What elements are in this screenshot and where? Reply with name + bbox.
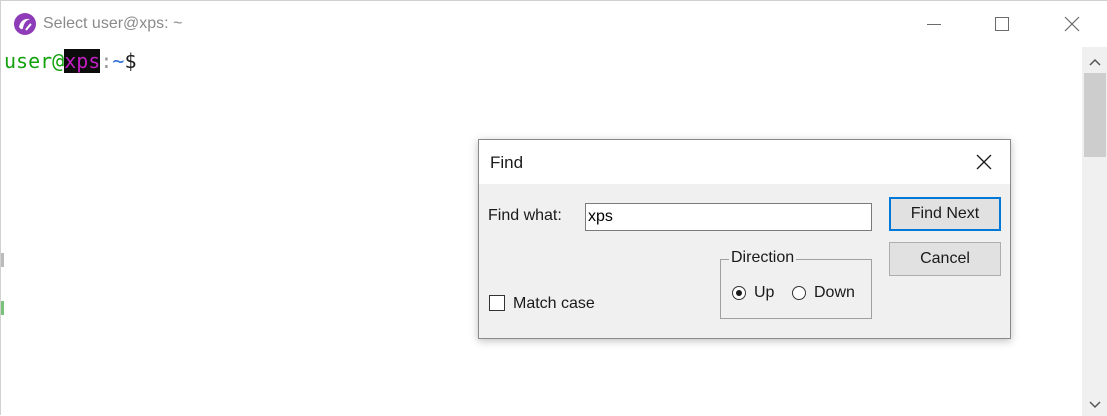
find-next-button[interactable]: Find Next — [889, 197, 1001, 231]
window-edge-mark — [1, 301, 4, 315]
chevron-down-icon — [1089, 401, 1101, 409]
minimize-icon — [927, 23, 941, 25]
find-dialog-title-bar[interactable]: Find — [479, 140, 1010, 184]
find-dialog-title: Find — [490, 153, 524, 172]
match-case-checkbox[interactable] — [489, 295, 505, 311]
maximize-icon — [995, 17, 1009, 31]
prompt-at: @ — [52, 49, 65, 73]
minimize-button[interactable] — [899, 1, 969, 47]
direction-up-radio[interactable] — [732, 286, 746, 300]
find-dialog-close-button[interactable] — [969, 148, 999, 176]
direction-group: Direction Up Down — [720, 249, 872, 319]
find-what-label: Find what: — [488, 207, 562, 224]
prompt-path: ~ — [112, 49, 125, 73]
prompt-user: user — [4, 49, 53, 73]
prompt-host-highlighted: xps — [64, 49, 101, 73]
prompt-symbol: $ — [124, 49, 137, 73]
scrollbar-thumb[interactable] — [1084, 73, 1106, 157]
chevron-up-icon — [1089, 58, 1101, 66]
shell-prompt: user@xps:~$ — [4, 49, 136, 73]
window-title: Select user@xps: ~ — [43, 15, 183, 32]
match-case-label[interactable]: Match case — [513, 295, 595, 313]
maximize-button[interactable] — [967, 1, 1037, 47]
direction-down-radio[interactable] — [792, 286, 806, 300]
cancel-button[interactable]: Cancel — [889, 242, 1001, 276]
direction-up-label[interactable]: Up — [754, 284, 774, 302]
direction-down-label[interactable]: Down — [814, 284, 855, 302]
title-bar[interactable]: Select user@xps: ~ — [1, 1, 1107, 47]
window-edge-mark — [1, 253, 4, 267]
scroll-up-button[interactable] — [1082, 51, 1107, 73]
close-button[interactable] — [1037, 1, 1107, 47]
find-what-input[interactable] — [585, 203, 872, 231]
vertical-scrollbar[interactable] — [1082, 47, 1107, 416]
close-icon — [1064, 16, 1080, 32]
scroll-down-button[interactable] — [1082, 394, 1107, 416]
find-dialog: Find Find what: Find Next Cancel Match c… — [478, 139, 1011, 339]
cygwin-app-icon — [13, 12, 37, 36]
direction-label: Direction — [729, 249, 797, 267]
close-icon — [976, 154, 992, 170]
prompt-colon: : — [100, 49, 113, 73]
